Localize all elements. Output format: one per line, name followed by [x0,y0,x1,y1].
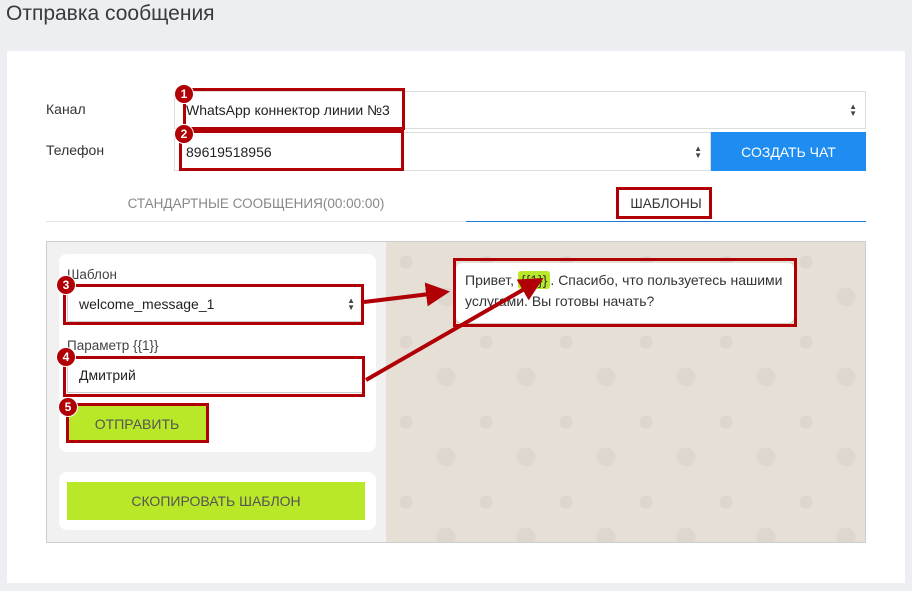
annotation-badge-4: 4 [56,347,76,367]
arrow-param-to-placeholder [365,278,544,382]
annotation-arrows [363,278,544,382]
arrow-template-to-preview [363,282,450,307]
annotation-badge-1: 1 [174,84,194,104]
annotation-badge-5: 5 [58,397,78,417]
annotation-badge-2: 2 [174,124,194,144]
annotation-badge-3: 3 [56,275,76,295]
